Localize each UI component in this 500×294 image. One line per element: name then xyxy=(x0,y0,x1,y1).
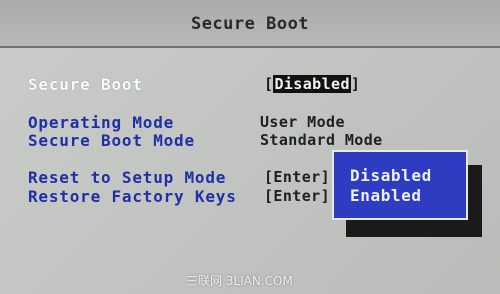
restore-factory-keys-value[interactable]: [Enter] xyxy=(264,187,330,205)
popup-option-enabled[interactable]: Enabled xyxy=(350,186,422,205)
title-bar: Secure Boot xyxy=(0,0,500,48)
restore-factory-keys-label[interactable]: Restore Factory Keys xyxy=(28,187,237,206)
watermark: 三联网 3LIAN.COM xyxy=(186,274,293,288)
operating-mode-value: User Mode xyxy=(260,113,345,131)
secure-boot-mode-value[interactable]: Standard Mode xyxy=(260,131,383,149)
popup-option-disabled[interactable]: Disabled xyxy=(350,166,432,185)
option-popup: Disabled Enabled xyxy=(332,150,468,220)
bios-screen: Secure Boot Secure Boot [Disabled] Opera… xyxy=(0,0,500,294)
reset-setup-mode-label[interactable]: Reset to Setup Mode xyxy=(28,168,226,187)
secure-boot-value[interactable]: [Disabled] xyxy=(264,74,360,94)
secure-boot-mode-label[interactable]: Secure Boot Mode xyxy=(28,131,195,150)
operating-mode-label: Operating Mode xyxy=(28,113,175,132)
secure-boot-selected-value[interactable]: Disabled xyxy=(273,75,351,93)
bracket-close: ] xyxy=(350,75,361,93)
secure-boot-label[interactable]: Secure Boot xyxy=(28,75,143,94)
reset-setup-mode-value[interactable]: [Enter] xyxy=(264,168,330,186)
page-title: Secure Boot xyxy=(190,14,310,34)
